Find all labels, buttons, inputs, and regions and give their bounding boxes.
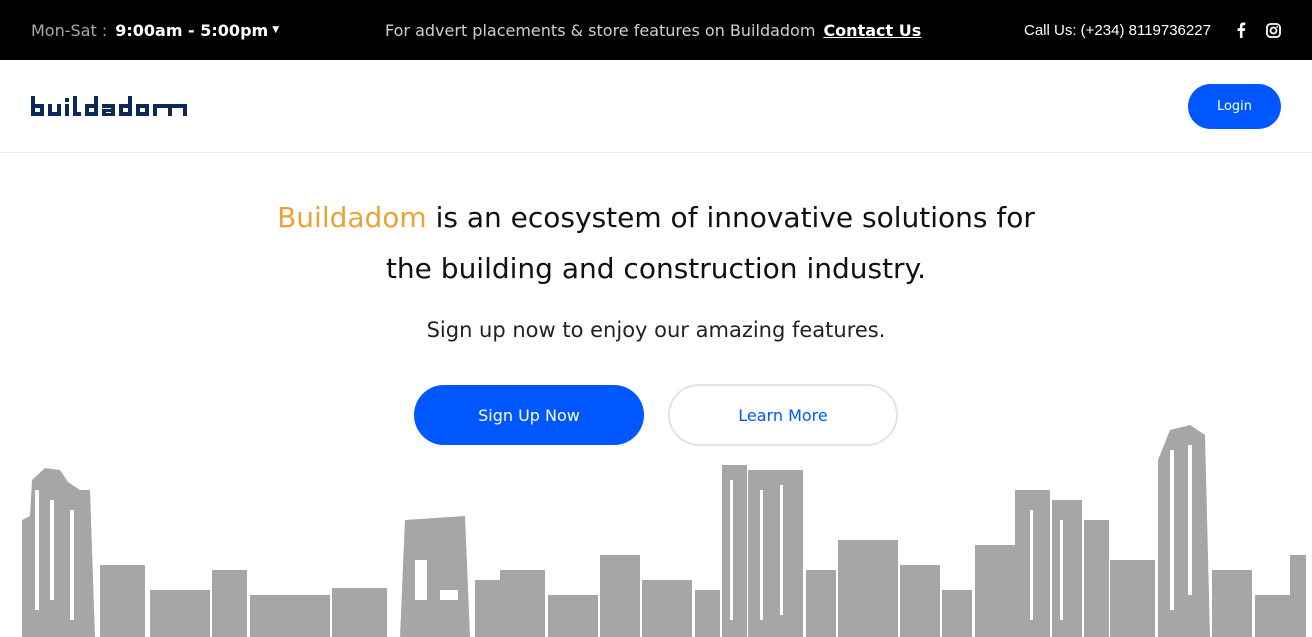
headline-line1: is an ecosystem of innovative solutions … bbox=[435, 201, 1035, 234]
brand-name: Buildadom bbox=[277, 201, 427, 234]
facebook-icon[interactable] bbox=[1231, 20, 1251, 40]
instagram-icon[interactable] bbox=[1263, 20, 1283, 40]
hours-label: Mon-Sat : bbox=[31, 20, 108, 40]
login-button[interactable]: Login bbox=[1188, 84, 1281, 129]
top-bar: Mon-Sat : 9:00am - 5:00pm ▼ For advert p… bbox=[0, 0, 1312, 60]
contact-us-link[interactable]: Contact Us bbox=[823, 21, 921, 40]
city-skyline-illustration bbox=[0, 420, 1312, 637]
headline-line2: the building and construction industry. bbox=[385, 252, 927, 285]
promo-banner: For advert placements & store features o… bbox=[385, 0, 921, 60]
hero-subtext: Sign up now to enjoy our amazing feature… bbox=[426, 318, 886, 342]
site-header: Login bbox=[0, 60, 1312, 153]
buildadom-logo[interactable] bbox=[31, 96, 187, 118]
call-us-text: Call Us: (+234) 8119736227 bbox=[1024, 21, 1211, 39]
chevron-down-icon[interactable]: ▼ bbox=[272, 25, 279, 35]
hours-value: 9:00am - 5:00pm bbox=[115, 20, 269, 40]
hero-headline: Buildadom is an ecosystem of innovative … bbox=[156, 192, 1156, 294]
business-hours[interactable]: Mon-Sat : 9:00am - 5:00pm ▼ bbox=[31, 0, 279, 60]
promo-text: For advert placements & store features o… bbox=[385, 20, 816, 40]
